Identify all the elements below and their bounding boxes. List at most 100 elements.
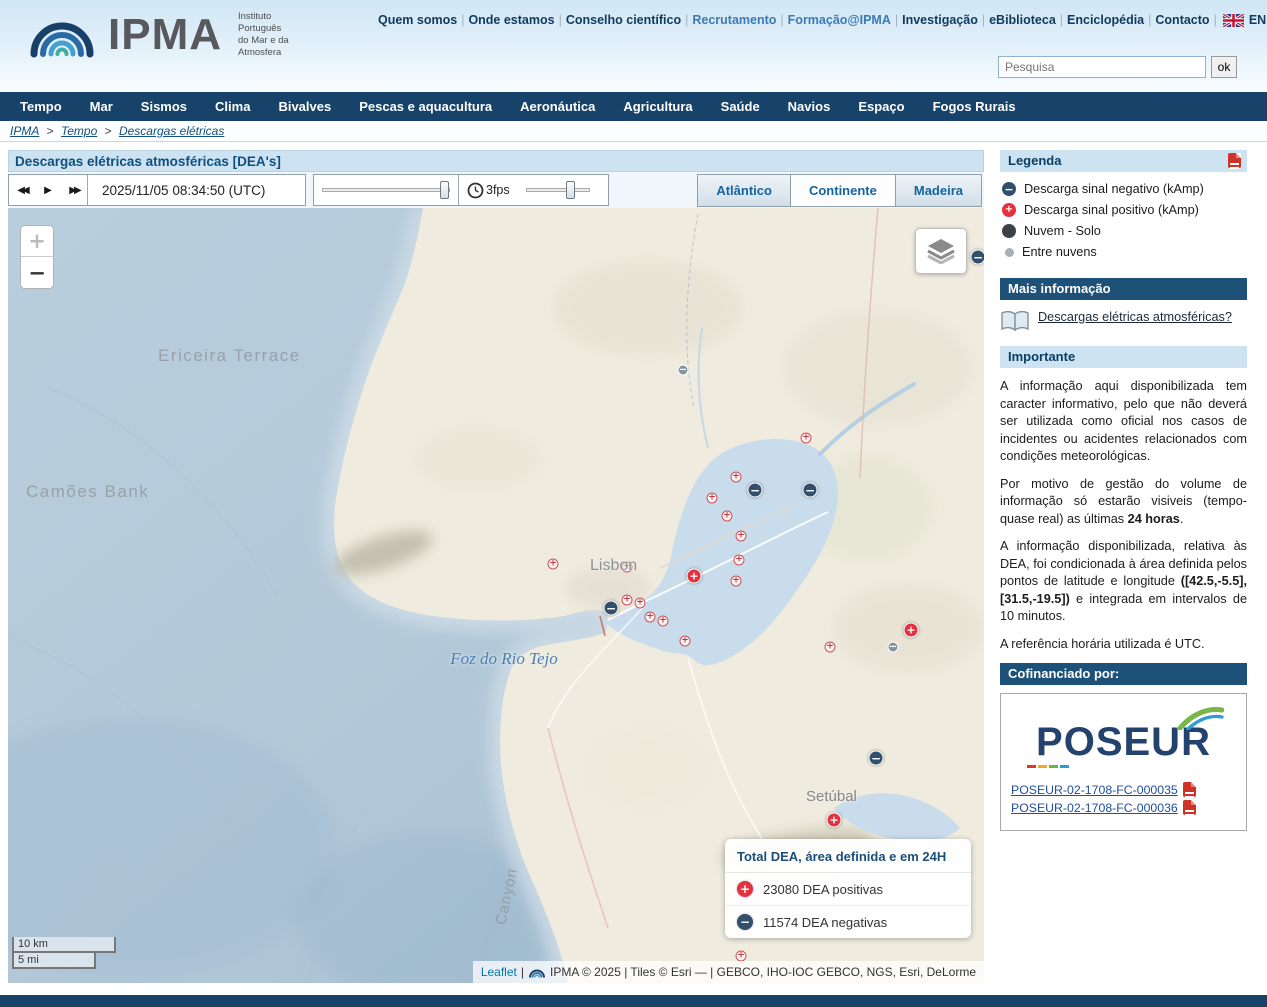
main-nav-sismos[interactable]: Sismos xyxy=(127,99,201,114)
main-nav-aeron-utica[interactable]: Aeronáutica xyxy=(506,99,609,114)
main-nav-mar[interactable]: Mar xyxy=(76,99,127,114)
search-area: ok xyxy=(998,56,1237,78)
positive-discharge-marker: + xyxy=(825,642,836,653)
top-nav-onde-estamos[interactable]: Onde estamos xyxy=(468,13,554,27)
poseur-box: POSEUR POSEUR-02-1708-FC-000035POSEUR-02… xyxy=(1000,693,1247,831)
pdf-icon[interactable] xyxy=(1183,800,1196,815)
datetime-display: 2025/11/05 08:34:50 (UTC) xyxy=(87,175,279,205)
negative-discharge-marker: − xyxy=(604,601,619,616)
tab-atl-ntico[interactable]: Atlântico xyxy=(697,174,791,207)
legend-header: Legenda xyxy=(1000,150,1247,172)
poseur-link-poseur-02-1708-fc-000035[interactable]: POSEUR-02-1708-FC-000035 xyxy=(1011,783,1178,797)
positive-discharge-icon: + xyxy=(737,881,753,897)
content-left: Descargas elétricas atmosféricas [DEA's]… xyxy=(8,150,984,983)
important-paragraph: A referência horária utilizada é UTC. xyxy=(1000,636,1247,654)
legend-item-label: Descarga sinal positivo (kAmp) xyxy=(1024,203,1199,217)
poseur-link-row: POSEUR-02-1708-FC-000036 xyxy=(1011,800,1236,815)
breadcrumb-descargas-el-tricas[interactable]: Descargas elétricas xyxy=(119,124,224,138)
top-nav-investiga-o[interactable]: Investigação xyxy=(902,13,978,27)
brand-subtitle-line: Atmosfera xyxy=(238,47,289,59)
time-slider-track[interactable] xyxy=(322,188,450,192)
main-nav-fogos-rurais[interactable]: Fogos Rurais xyxy=(919,99,1030,114)
leaflet-link[interactable]: Leaflet xyxy=(481,965,517,979)
brand-subtitle: Instituto Português do Mar e da Atmosfer… xyxy=(232,11,289,59)
site-header: IPMA Instituto Português do Mar e da Atm… xyxy=(0,0,1267,91)
positive-discharge-marker: + xyxy=(635,598,646,609)
top-nav-conselho-cient-fico[interactable]: Conselho científico xyxy=(566,13,681,27)
important-paragraph: Por motivo de gestão do volume de inform… xyxy=(1000,476,1247,529)
positive-discharge-marker: + xyxy=(827,813,842,828)
ipma-logo[interactable]: IPMA Instituto Português do Mar e da Atm… xyxy=(26,8,289,62)
breadcrumb-tempo[interactable]: Tempo xyxy=(61,124,97,138)
main-nav-clima[interactable]: Clima xyxy=(201,99,264,114)
more-info-link[interactable]: Descargas elétricas atmosféricas? xyxy=(1038,310,1238,324)
time-slider[interactable] xyxy=(322,180,450,200)
legend-item-descarga-sinal-positivo-kamp: + Descarga sinal positivo (kAmp) xyxy=(1002,203,1245,217)
poseur-stripes xyxy=(1027,765,1069,768)
pdf-icon[interactable] xyxy=(1228,153,1241,168)
positive-discharge-marker: + xyxy=(731,576,742,587)
separator: | xyxy=(457,13,468,27)
region-tabs: AtlânticoContinenteMadeira xyxy=(697,174,982,207)
separator: | xyxy=(891,13,902,27)
positive-discharge-marker: + xyxy=(722,511,733,522)
cofinanced-header: Cofinanciado por: xyxy=(1000,663,1247,685)
top-nav-recrutamento[interactable]: Recrutamento xyxy=(692,13,776,27)
play-button[interactable]: ▶ xyxy=(35,178,61,202)
book-icon xyxy=(1000,310,1030,332)
more-info-body: Descargas elétricas atmosféricas? xyxy=(1000,300,1247,346)
layers-control[interactable] xyxy=(915,228,967,274)
pos-symbol-icon: + xyxy=(1002,203,1016,217)
cc-symbol-icon xyxy=(1005,248,1014,257)
scale-control: 10 km 5 mi xyxy=(12,937,116,969)
search-submit-button[interactable]: ok xyxy=(1211,56,1237,78)
total-positives-row: + 23080 DEA positivas xyxy=(725,873,971,906)
fps-slider-handle[interactable] xyxy=(566,181,575,199)
pdf-icon[interactable] xyxy=(1183,782,1196,797)
main-nav-navios[interactable]: Navios xyxy=(774,99,845,114)
rewind-button[interactable]: ◀◀ xyxy=(9,178,35,202)
positive-discharge-marker: + xyxy=(736,951,747,962)
main-nav-tempo[interactable]: Tempo xyxy=(6,99,76,114)
zoom-in-button[interactable]: + xyxy=(21,226,53,257)
main-nav-bivalves[interactable]: Bivalves xyxy=(264,99,345,114)
scale-km: 10 km xyxy=(12,937,116,953)
tab-continente[interactable]: Continente xyxy=(791,174,896,207)
important-title: Importante xyxy=(1008,349,1075,364)
positive-discharge-marker: + xyxy=(731,472,742,483)
top-nav-enciclop-dia[interactable]: Enciclopédia xyxy=(1067,13,1144,27)
main-nav-agricultura[interactable]: Agricultura xyxy=(609,99,706,114)
positive-discharge-marker: + xyxy=(658,616,669,627)
zoom-control: + − xyxy=(20,225,54,289)
total-dea-title: Total DEA, área definida e em 24H xyxy=(725,839,971,873)
time-slider-handle[interactable] xyxy=(440,181,449,199)
zoom-out-button[interactable]: − xyxy=(21,257,53,288)
forward-button[interactable]: ▶▶ xyxy=(61,178,87,202)
separator: | xyxy=(776,13,787,27)
breadcrumb-ipma[interactable]: IPMA xyxy=(10,124,39,138)
negative-discharge-marker: − xyxy=(888,642,899,653)
top-nav-ebiblioteca[interactable]: eBiblioteca xyxy=(989,13,1056,27)
fps-slider[interactable] xyxy=(526,180,590,200)
legend-item-nuvem-solo: Nuvem - Solo xyxy=(1002,224,1245,238)
map-canvas[interactable]: +++++++++++++++++++−−−−−−− Ericeira Terr… xyxy=(8,208,984,983)
main-nav-pescas-e-aquacultura[interactable]: Pescas e aquacultura xyxy=(345,99,506,114)
brand-subtitle-line: Português xyxy=(238,23,289,35)
fps-slider-track[interactable] xyxy=(526,188,590,192)
top-nav-forma-o-ipma[interactable]: Formação@IPMA xyxy=(788,13,891,27)
main-nav-sa-de[interactable]: Saúde xyxy=(707,99,774,114)
positive-discharge-marker: + xyxy=(687,569,702,584)
main-nav-espa-o[interactable]: Espaço xyxy=(844,99,918,114)
poseur-link-poseur-02-1708-fc-000036[interactable]: POSEUR-02-1708-FC-000036 xyxy=(1011,801,1178,815)
poseur-links: POSEUR-02-1708-FC-000035 POSEUR-02-1708-F… xyxy=(1011,782,1236,815)
map-attribution: Leaflet | IPMA © 2025 | Tiles © Esri — |… xyxy=(473,961,984,983)
tab-madeira[interactable]: Madeira xyxy=(896,174,982,207)
positive-discharge-marker: + xyxy=(645,612,656,623)
language-switch[interactable]: EN xyxy=(1249,13,1266,27)
separator: | xyxy=(555,13,566,27)
top-nav-contacto[interactable]: Contacto xyxy=(1155,13,1209,27)
main-nav: TempoMarSismosClimaBivalvesPescas e aqua… xyxy=(0,92,1267,121)
search-input[interactable] xyxy=(998,56,1206,78)
top-nav-quem-somos[interactable]: Quem somos xyxy=(378,13,457,27)
positive-discharge-marker: + xyxy=(801,433,812,444)
